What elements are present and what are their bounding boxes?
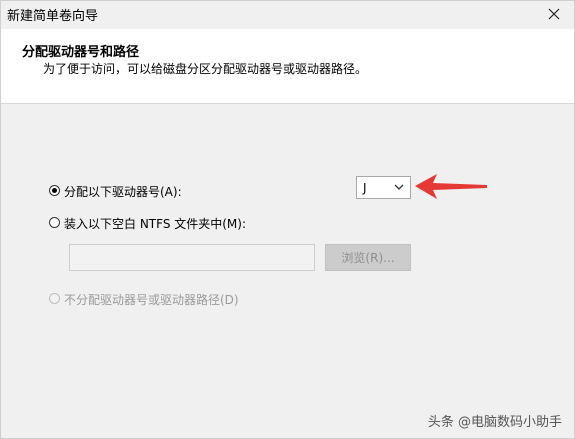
mount-folder-radio[interactable]: [49, 217, 60, 228]
mount-folder-label[interactable]: 装入以下空白 NTFS 文件夹中(M):: [64, 215, 246, 232]
page-subtitle: 为了便于访问，可以给磁盘分区分配驱动器号或驱动器路径。: [43, 62, 368, 76]
browse-button[interactable]: 浏览(R)...: [325, 244, 411, 271]
radio-selected-dot: [52, 188, 57, 193]
close-icon: [548, 8, 560, 20]
assign-letter-radio[interactable]: [49, 185, 60, 196]
close-button[interactable]: [540, 1, 568, 27]
wizard-header: 分配驱动器号和路径 为了便于访问，可以给磁盘分区分配驱动器号或驱动器路径。: [1, 29, 574, 104]
no-assign-radio[interactable]: [49, 293, 60, 304]
folder-path-input[interactable]: [69, 244, 315, 271]
arrow-left-icon: [415, 174, 487, 199]
assign-letter-label[interactable]: 分配以下驱动器号(A):: [64, 183, 182, 200]
window-title: 新建简单卷向导: [7, 9, 99, 24]
watermark: 头条 @电脑数码小助手: [427, 415, 562, 430]
chevron-down-icon: [394, 184, 404, 190]
drive-letter-dropdown[interactable]: J: [356, 176, 411, 199]
no-assign-label[interactable]: 不分配驱动器号或驱动器路径(D): [64, 291, 239, 308]
drive-letter-value: J: [363, 181, 367, 195]
page-title: 分配驱动器号和路径: [22, 45, 140, 60]
wizard-window: 新建简单卷向导 分配驱动器号和路径 为了便于访问，可以给磁盘分区分配驱动器号或驱…: [0, 0, 575, 439]
